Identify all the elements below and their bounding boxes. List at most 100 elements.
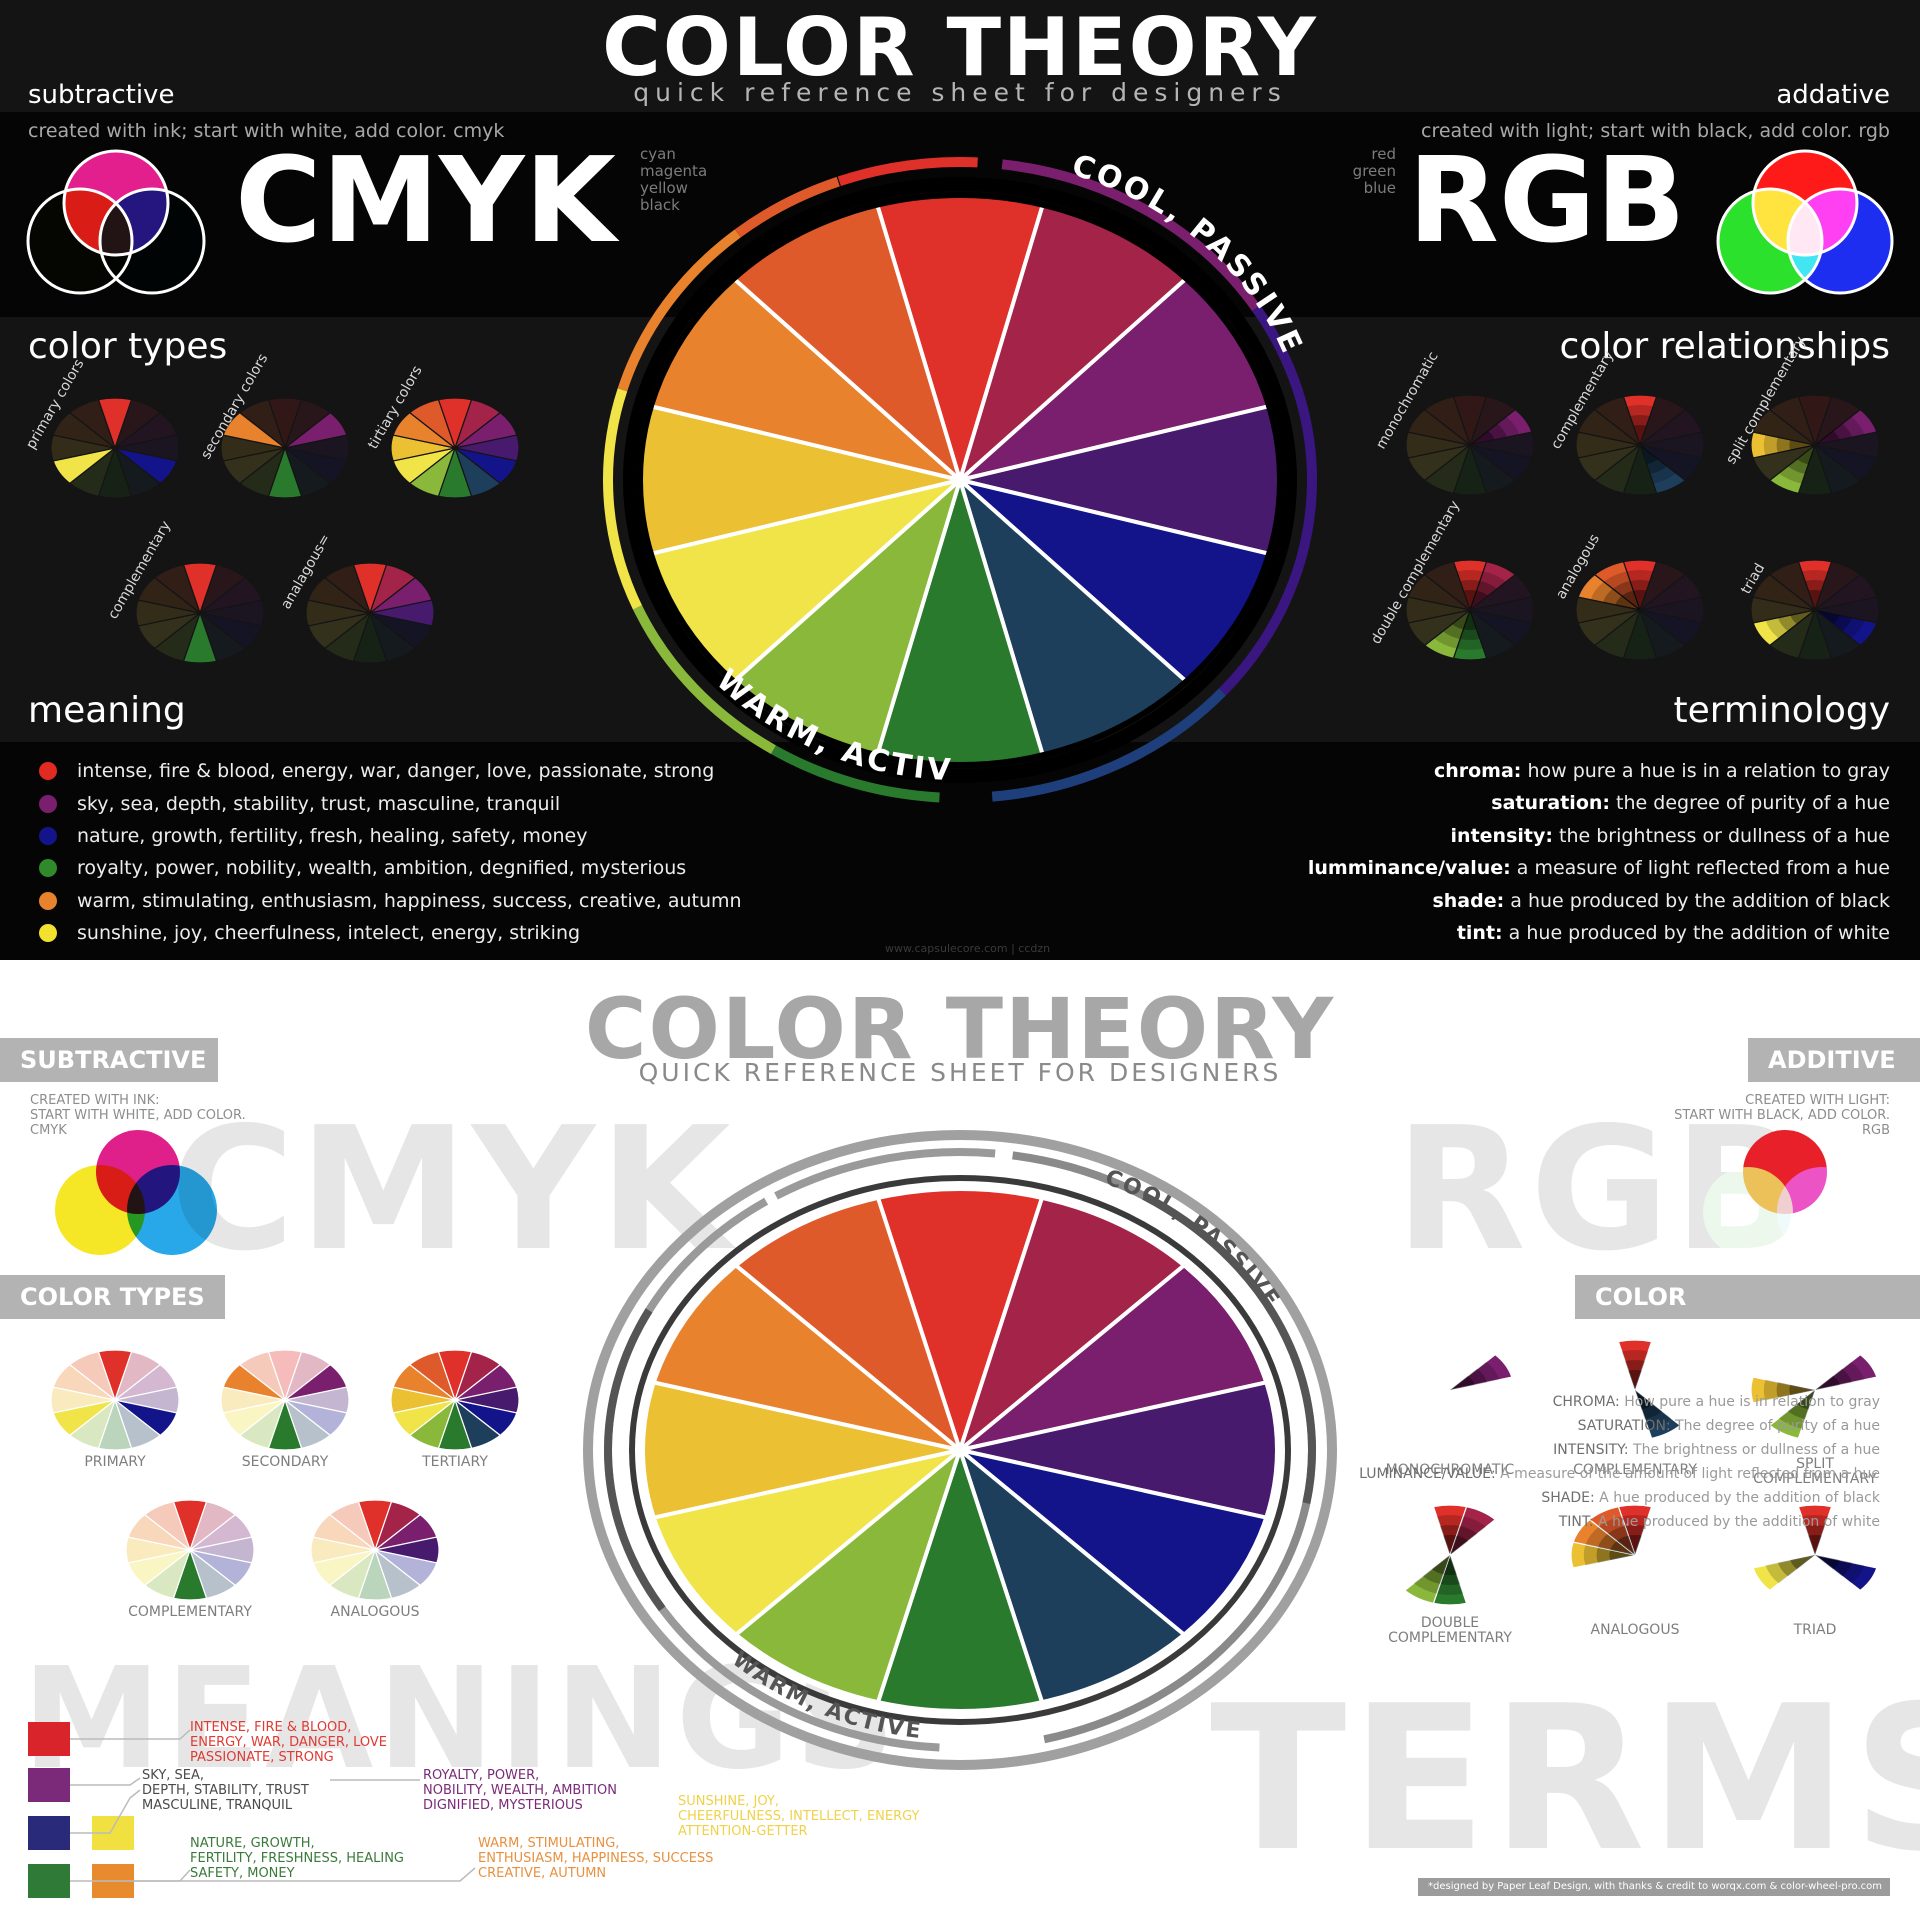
meaning-line: CHEERFULNESS, INTELLECT, ENERGY [678, 1809, 920, 1824]
complementary-colors-wheel [125, 1499, 255, 1601]
relationship-label: DOUBLE COMPLEMENTARY [1360, 1616, 1540, 1646]
main-color-wheel: COOL, PASSIVE WARM, ACTIVE [568, 113, 1317, 803]
color-relationships-ribbon: COLOR RELATIONSHIPS [1575, 1275, 1920, 1355]
term-name: tint: [1456, 921, 1503, 944]
meaning-connector-lines [70, 1729, 476, 1882]
term-definition: A hue produced by the addition of white [1593, 1514, 1880, 1530]
terminology-heading: terminology [1673, 690, 1890, 731]
cmyk-label: CMYK [235, 131, 616, 269]
rgb-component-list: red green blue [1340, 146, 1396, 197]
term-definition: A hue produced by the addition of black [1594, 1490, 1880, 1506]
type-label: COMPLEMENTARY [128, 1604, 252, 1620]
meaning-swatch-purple [28, 1768, 70, 1802]
meaning-heading: meaning [28, 690, 186, 731]
term-definition: The brightness or dullness of a hue [1628, 1442, 1880, 1458]
term-name: intensity: [1450, 824, 1553, 847]
desc-line: CREATED WITH INK: [30, 1093, 160, 1108]
rgb-item: green [1352, 162, 1396, 180]
term-name: lumminance/value: [1307, 857, 1511, 880]
subtractive-ribbon: SUBTRACTIVE [0, 1038, 218, 1082]
tertiary-colors-wheel [390, 397, 520, 499]
meaning-item: royalty, power, nobility, wealth, ambiti… [28, 852, 742, 884]
mini-shade [1628, 1370, 1642, 1390]
designer-credit: *designed by Paper Leaf Design, with tha… [1418, 1878, 1890, 1896]
analogous-colors-wheel [305, 562, 435, 664]
dark-credit: www.capsulecore.com | ccdzn [885, 942, 1051, 955]
meaning-swatch [39, 826, 57, 845]
term-item: shade: a hue produced by the addition of… [1308, 885, 1890, 917]
term-definition: how pure a hue is in a relation to gray [1521, 760, 1890, 782]
terms-list: CHROMA: How pure a hue is in relation to… [1359, 1390, 1880, 1534]
secondary-colors-wheel [220, 1349, 350, 1451]
term-name: chroma: [1433, 760, 1522, 782]
color-types-heading: color types [28, 326, 228, 367]
page-subtitle: QUICK REFERENCE SHEET FOR DESIGNERS [638, 1058, 1282, 1087]
term-name: TINT: [1558, 1514, 1594, 1530]
rgb-item: red [1371, 145, 1396, 163]
label-line: COMPLEMENTARY [1388, 1630, 1512, 1646]
term-name: INTENSITY: [1553, 1442, 1629, 1458]
term-item: intensity: the brightness or dullness of… [1308, 820, 1890, 852]
additive-ribbon: ADDITIVE [1748, 1038, 1920, 1082]
term-definition: The degree of purity of a hue [1670, 1418, 1880, 1434]
meaning-swatch-red [28, 1722, 70, 1756]
main-color-wheel: COOL, PASSIVE WARM, ACTIVE [583, 1130, 1337, 1770]
term-definition: the brightness or dullness of a hue [1552, 824, 1890, 847]
subtractive-heading: subtractive [28, 80, 175, 110]
term-definition: a measure of light reflected from a hue [1510, 857, 1890, 880]
term-name: saturation: [1491, 792, 1611, 815]
term-item: saturation: the degree of purity of a hu… [1308, 787, 1890, 819]
term-definition: the degree of purity of a hue [1610, 792, 1890, 815]
desc-line: CREATED WITH LIGHT: [1745, 1093, 1890, 1108]
dark-reference-sheet: COLOR THEORY quick reference sheet for d… [0, 0, 1920, 960]
term-name: SATURATION: [1577, 1418, 1671, 1434]
rgb-venn-icon [1716, 149, 1894, 295]
type-label: ANALOGOUS [330, 1604, 420, 1620]
term-name: CHROMA: [1552, 1394, 1620, 1410]
primary-colors-wheel [50, 1349, 180, 1451]
term-definition: A measure of the amount of light reflect… [1495, 1466, 1880, 1482]
term-item: tint: a hue produced by the addition of … [1308, 917, 1890, 949]
term-definition: a hue produced by the addition of white [1502, 921, 1890, 944]
label-line: DOUBLE [1420, 1615, 1480, 1631]
rgb-venn-icon [1703, 1130, 1867, 1257]
term-item: SATURATION: The degree of purity of a hu… [1359, 1414, 1880, 1438]
meaning-text: sky, sea, depth, stability, trust, mascu… [77, 792, 561, 815]
term-item: LUMINANCE/VALUE: A measure of the amount… [1359, 1462, 1880, 1486]
meaning-swatch [39, 924, 57, 943]
meaning-text: royalty, power, nobility, wealth, ambiti… [77, 857, 687, 880]
term-name: LUMINANCE/VALUE: [1359, 1466, 1496, 1482]
terminology-list: chroma: how pure a hue is in a relation … [1308, 755, 1890, 949]
term-item: TINT: A hue produced by the addition of … [1359, 1510, 1880, 1534]
desc-line: START WITH BLACK, ADD COLOR. [1674, 1108, 1890, 1123]
light-reference-sheet: CMYK RGB MEANINGS TERMS COLOR THEORY QUI… [0, 960, 1920, 1920]
complementary-colors-wheel [135, 562, 265, 664]
meaning-text: intense, fire & blood, energy, war, dang… [77, 760, 715, 783]
type-label: PRIMARY [84, 1454, 146, 1470]
complementary-wheel [1575, 394, 1705, 496]
meaning-line: SUNSHINE, JOY, [678, 1794, 779, 1809]
meaning-swatch [39, 762, 57, 781]
tertiary-colors-wheel [390, 1349, 520, 1451]
meaning-item: sunshine, joy, cheerfulness, intelect, e… [28, 917, 742, 949]
meaning-text: nature, growth, fertility, fresh, healin… [77, 824, 588, 847]
term-definition: How pure a hue is in relation to gray [1619, 1394, 1880, 1410]
cmyk-venn-icon [55, 1130, 217, 1255]
meaning-item: sky, sea, depth, stability, trust, mascu… [28, 787, 742, 819]
meaning-swatch [39, 859, 57, 878]
term-name: shade: [1432, 889, 1505, 912]
meaning-item: warm, stimulating, enthusiasm, happiness… [28, 885, 742, 917]
meaning-list: intense, fire & blood, energy, war, dang… [28, 755, 742, 949]
term-item: lumminance/value: a measure of light ref… [1308, 852, 1890, 884]
rgb-item: blue [1363, 179, 1396, 197]
page-subtitle: quick reference sheet for designers [633, 78, 1287, 107]
analogous-colors-wheel [310, 1499, 440, 1601]
rgb-label: RGB [1408, 131, 1686, 269]
cmyk-venn-icon [26, 149, 206, 295]
meaning-swatch-blue [28, 1816, 70, 1850]
meaning-item: intense, fire & blood, energy, war, dang… [28, 755, 742, 787]
desc-line: START WITH WHITE, ADD COLOR. [30, 1108, 246, 1123]
meaning-line: ATTENTION-GETTER [678, 1824, 808, 1839]
meaning-text: warm, stimulating, enthusiasm, happiness… [77, 889, 742, 912]
meaning-block: SUNSHINE, JOY, CHEERFULNESS, INTELLECT, … [678, 1794, 920, 1839]
